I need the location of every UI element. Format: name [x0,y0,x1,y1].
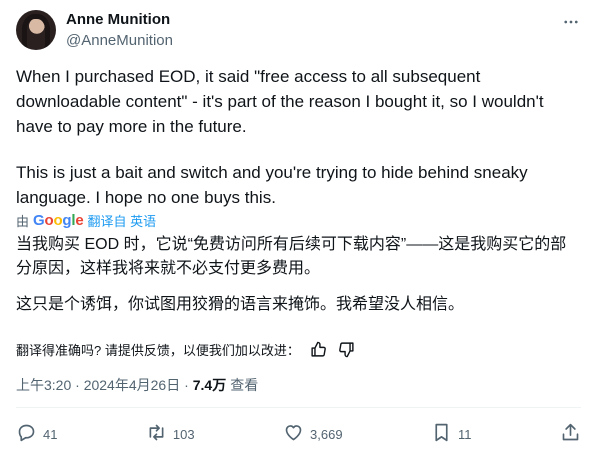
heart-icon [283,422,304,446]
like-count: 3,669 [310,426,343,442]
divider [16,407,581,408]
share-button[interactable] [560,422,581,446]
translated-paragraph-2: 这只是个诱饵，你试图用狡猾的语言来掩饰。我希望没人相信。 [16,296,465,313]
views-count: 7.4万 [192,377,227,393]
feedback-prompt: 翻译得准确吗? 请提供反馈，以便我们加以改进： [16,342,300,358]
author-name[interactable]: Anne Munition [66,11,170,28]
avatar[interactable] [16,10,56,50]
thumbs-down-icon[interactable] [338,340,356,358]
reply-icon [16,422,37,446]
reply-button[interactable]: 41 [16,422,57,446]
translation-feedback: 翻译得准确吗? 请提供反馈，以便我们加以改进： [16,338,356,360]
google-logo: Google [33,212,84,229]
repost-button[interactable]: 103 [146,422,195,446]
bookmark-button[interactable]: 11 [431,422,472,446]
translated-from-link[interactable]: 翻译自 英语 [88,211,157,230]
bookmark-icon [431,422,452,446]
like-button[interactable]: 3,669 [283,422,343,446]
tweet-timestamp[interactable]: 上午3:20 · 2024年4月26日 · [16,375,189,395]
thumbs-up-icon[interactable] [310,340,328,358]
more-options-icon[interactable] [559,10,583,34]
reply-count: 41 [43,426,58,442]
bookmark-count: 11 [458,426,472,442]
translated-paragraph-1: 当我购买 EOD 时，它说“免费访问所有后续可下载内容”——这是我购买它的部分原… [16,236,567,277]
action-bar: 41 103 3,669 11 [16,420,581,448]
tweet-paragraph-2: This is just a bait and switch and you'r… [16,163,528,207]
translated-by-prefix: 由 [16,214,30,229]
share-icon [560,422,581,446]
author-handle[interactable]: @AnneMunition [66,32,173,49]
tweet-meta: 上午3:20 · 2024年4月26日 · 7.4万 查看 [16,375,258,395]
views-label: 查看 [230,377,259,393]
translation-attribution: 由 Google 翻译自 英语 [16,211,156,230]
repost-icon [146,422,167,446]
tweet-paragraph-1: When I purchased EOD, it said "free acce… [16,67,544,136]
repost-count: 103 [172,426,195,442]
